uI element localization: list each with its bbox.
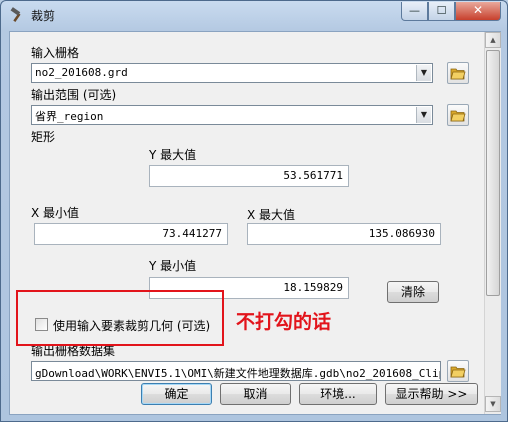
scroll-down-icon[interactable]: ▼ — [485, 396, 501, 412]
open-folder-icon — [450, 68, 466, 80]
hammer-icon — [9, 7, 25, 23]
output-raster-field[interactable]: gDownload\WORK\ENVI5.1\OMI\新建文件地理数据库.gdb… — [31, 361, 441, 381]
annotation-text: 不打勾的话 — [236, 311, 332, 333]
output-extent-value: 省界_region — [35, 110, 104, 123]
y-max-label: Y 最大值 — [149, 148, 197, 162]
x-max-label: X 最大值 — [247, 208, 296, 222]
scroll-up-icon[interactable]: ▲ — [485, 32, 501, 48]
x-min-field[interactable]: 73.441277 — [34, 223, 228, 245]
open-folder-icon — [450, 366, 466, 378]
cancel-button[interactable]: 取消 — [220, 383, 291, 405]
browse-input-raster-button[interactable] — [447, 62, 469, 84]
x-min-label: X 最小值 — [31, 206, 80, 220]
title-bar[interactable]: 裁剪 — ☐ ✕ — [1, 1, 507, 29]
close-button[interactable]: ✕ — [455, 2, 501, 21]
annotation-highlight-box — [16, 290, 224, 346]
scrollbar-thumb[interactable] — [486, 50, 500, 296]
open-folder-icon — [450, 110, 466, 122]
x-max-field[interactable]: 135.086930 — [247, 223, 441, 245]
input-raster-combobox[interactable]: no2_201608.grd ▼ — [31, 63, 433, 83]
vertical-scrollbar[interactable]: ▲ ▼ — [484, 32, 501, 414]
maximize-button[interactable]: ☐ — [428, 2, 455, 21]
input-raster-value: no2_201608.grd — [35, 66, 128, 79]
output-raster-value: gDownload\WORK\ENVI5.1\OMI\新建文件地理数据库.gdb… — [35, 367, 441, 380]
minimize-button[interactable]: — — [401, 2, 428, 21]
environments-button[interactable]: 环境... — [299, 383, 377, 405]
input-raster-label: 输入栅格 — [31, 46, 80, 60]
chevron-down-icon[interactable]: ▼ — [416, 107, 431, 123]
clear-button[interactable]: 清除 — [387, 281, 439, 303]
chevron-down-icon[interactable]: ▼ — [416, 65, 431, 81]
browse-output-raster-button[interactable] — [447, 360, 469, 382]
ok-button[interactable]: 确定 — [141, 383, 212, 405]
rectangle-label: 矩形 — [31, 130, 56, 144]
dialog-client-area: 输入栅格 no2_201608.grd ▼ 输出范围 (可选) 省界_regio… — [9, 31, 501, 415]
clip-dialog-window: 裁剪 — ☐ ✕ 输入栅格 no2_201608.grd ▼ 输出范围 (可选)… — [0, 0, 508, 422]
browse-output-extent-button[interactable] — [447, 104, 469, 126]
output-extent-label: 输出范围 (可选) — [31, 88, 117, 102]
output-extent-combobox[interactable]: 省界_region ▼ — [31, 105, 433, 125]
show-help-button[interactable]: 显示帮助 >> — [385, 383, 478, 405]
y-min-label: Y 最小值 — [149, 259, 197, 273]
y-max-field[interactable]: 53.561771 — [149, 165, 349, 187]
window-title: 裁剪 — [31, 9, 56, 23]
